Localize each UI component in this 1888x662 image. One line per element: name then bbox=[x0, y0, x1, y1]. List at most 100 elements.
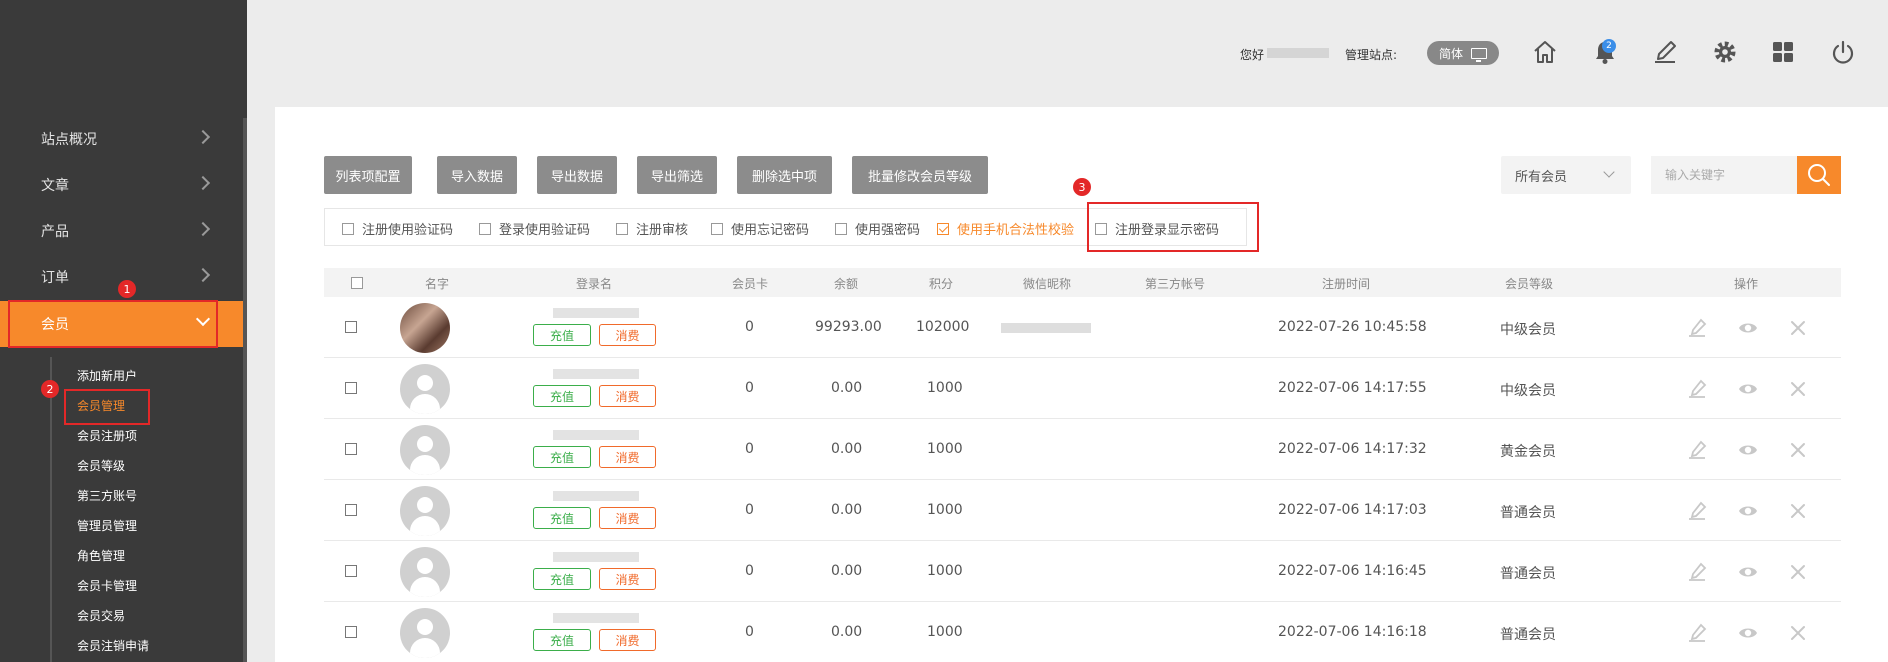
checkbox-checked[interactable] bbox=[937, 222, 949, 235]
points-cell: 1000 bbox=[927, 380, 963, 396]
option-login-captcha[interactable]: 登录使用验证码 bbox=[479, 219, 590, 238]
option-forgot-password[interactable]: 使用忘记密码 bbox=[711, 219, 809, 238]
option-strong-password[interactable]: 使用强密码 bbox=[835, 219, 920, 238]
submenu-item-add-user[interactable]: 添加新用户 bbox=[77, 360, 137, 390]
sidebar-scrollbar[interactable] bbox=[243, 118, 247, 662]
option-label: 使用强密码 bbox=[855, 223, 921, 238]
highlight-box-members bbox=[8, 300, 218, 348]
edit-icon[interactable] bbox=[1686, 500, 1708, 522]
recharge-button[interactable]: 充值 bbox=[533, 507, 591, 529]
column-header-login: 登录名 bbox=[576, 277, 613, 291]
select-all-checkbox[interactable] bbox=[351, 277, 363, 289]
login-name-redacted bbox=[553, 430, 639, 440]
delete-icon[interactable] bbox=[1787, 622, 1809, 644]
submenu-item-admin-management[interactable]: 管理员管理 bbox=[77, 510, 137, 540]
login-name-redacted bbox=[553, 369, 639, 379]
member-level-cell: 普通会员 bbox=[1500, 627, 1556, 643]
submenu-item-third-party-accounts[interactable]: 第三方账号 bbox=[77, 480, 137, 510]
power-icon[interactable] bbox=[1829, 38, 1859, 68]
column-header-wechat: 微信昵称 bbox=[1023, 277, 1072, 291]
language-switch[interactable]: 简体 bbox=[1427, 41, 1499, 65]
site-label: 管理站点: bbox=[1345, 48, 1398, 62]
consume-button[interactable]: 消费 bbox=[599, 446, 656, 468]
edit-icon[interactable] bbox=[1686, 561, 1708, 583]
view-icon[interactable] bbox=[1737, 378, 1759, 400]
gear-icon[interactable] bbox=[1711, 38, 1741, 68]
row-checkbox[interactable] bbox=[345, 626, 357, 638]
delete-icon[interactable] bbox=[1787, 500, 1809, 522]
row-checkbox[interactable] bbox=[345, 321, 357, 333]
notification-count-badge: 2 bbox=[1602, 39, 1616, 53]
edit-icon[interactable] bbox=[1686, 378, 1708, 400]
sidebar-item-label: 订单 bbox=[41, 270, 69, 286]
import-data-button[interactable]: 导入数据 bbox=[437, 156, 517, 194]
row-checkbox[interactable] bbox=[345, 382, 357, 394]
column-config-button[interactable]: 列表项配置 bbox=[324, 156, 412, 194]
recharge-button[interactable]: 充值 bbox=[533, 629, 591, 651]
view-icon[interactable] bbox=[1737, 561, 1759, 583]
submenu-item-role-management[interactable]: 角色管理 bbox=[77, 540, 125, 570]
edit-icon[interactable] bbox=[1686, 622, 1708, 644]
step-badge-1: 1 bbox=[118, 280, 136, 298]
checkbox[interactable] bbox=[342, 222, 354, 235]
sidebar-item-products[interactable]: 产品 bbox=[0, 208, 243, 254]
delete-icon[interactable] bbox=[1787, 378, 1809, 400]
registration-time-cell: 2022-07-06 14:17:32 bbox=[1278, 441, 1427, 457]
grid-icon[interactable] bbox=[1769, 38, 1799, 68]
chevron-right-icon bbox=[195, 267, 211, 283]
sidebar-item-overview[interactable]: 站点概况 bbox=[0, 116, 243, 162]
registration-time-cell: 2022-07-06 14:16:18 bbox=[1278, 624, 1427, 640]
balance-cell: 0.00 bbox=[831, 380, 863, 396]
table-header bbox=[324, 268, 1841, 297]
view-icon[interactable] bbox=[1737, 439, 1759, 461]
consume-button[interactable]: 消费 bbox=[599, 324, 656, 346]
recharge-button[interactable]: 充值 bbox=[533, 446, 591, 468]
sidebar-item-articles[interactable]: 文章 bbox=[0, 162, 243, 208]
consume-button[interactable]: 消费 bbox=[599, 629, 656, 651]
recharge-button[interactable]: 充值 bbox=[533, 385, 591, 407]
export-data-button[interactable]: 导出数据 bbox=[537, 156, 617, 194]
view-icon[interactable] bbox=[1737, 317, 1759, 339]
submenu-item-member-card[interactable]: 会员卡管理 bbox=[77, 570, 137, 600]
edit-icon[interactable] bbox=[1686, 439, 1708, 461]
search-button[interactable] bbox=[1797, 156, 1841, 194]
view-icon[interactable] bbox=[1737, 500, 1759, 522]
step-badge-2: 2 bbox=[41, 380, 59, 398]
checkbox[interactable] bbox=[711, 222, 723, 235]
option-phone-validation[interactable]: 使用手机合法性校验 bbox=[937, 219, 1074, 238]
option-register-captcha[interactable]: 注册使用验证码 bbox=[342, 219, 453, 238]
delete-icon[interactable] bbox=[1787, 317, 1809, 339]
batch-change-level-button[interactable]: 批量修改会员等级 bbox=[852, 156, 988, 194]
member-filter-select[interactable]: 所有会员 bbox=[1501, 156, 1631, 194]
delete-selected-button[interactable]: 删除选中项 bbox=[737, 156, 832, 194]
delete-icon[interactable] bbox=[1787, 561, 1809, 583]
option-register-review[interactable]: 注册审核 bbox=[616, 219, 688, 238]
column-header-reg-time: 注册时间 bbox=[1322, 277, 1371, 291]
delete-icon[interactable] bbox=[1787, 439, 1809, 461]
consume-button[interactable]: 消费 bbox=[599, 385, 656, 407]
recharge-button[interactable]: 充值 bbox=[533, 324, 591, 346]
step-badge-3: 3 bbox=[1073, 178, 1091, 196]
edit-icon[interactable] bbox=[1686, 317, 1708, 339]
checkbox[interactable] bbox=[616, 222, 628, 235]
edit-icon[interactable] bbox=[1651, 38, 1681, 68]
row-checkbox[interactable] bbox=[345, 565, 357, 577]
view-icon[interactable] bbox=[1737, 622, 1759, 644]
checkbox[interactable] bbox=[835, 222, 847, 235]
consume-button[interactable]: 消费 bbox=[599, 568, 656, 590]
row-checkbox[interactable] bbox=[345, 443, 357, 455]
recharge-button[interactable]: 充值 bbox=[533, 568, 591, 590]
avatar bbox=[400, 547, 450, 597]
consume-button[interactable]: 消费 bbox=[599, 507, 656, 529]
submenu-item-account-cancellation[interactable]: 会员注销申请 bbox=[77, 630, 149, 660]
submenu-item-member-levels[interactable]: 会员等级 bbox=[77, 450, 125, 480]
column-header-balance: 余额 bbox=[834, 277, 859, 291]
row-checkbox[interactable] bbox=[345, 504, 357, 516]
submenu-item-member-transactions[interactable]: 会员交易 bbox=[77, 600, 125, 630]
sidebar-item-label: 文章 bbox=[41, 178, 69, 194]
home-icon[interactable] bbox=[1531, 38, 1561, 68]
export-filter-button[interactable]: 导出筛选 bbox=[637, 156, 717, 194]
chevron-right-icon bbox=[195, 175, 211, 191]
checkbox[interactable] bbox=[479, 222, 491, 235]
search-input[interactable] bbox=[1651, 156, 1797, 194]
